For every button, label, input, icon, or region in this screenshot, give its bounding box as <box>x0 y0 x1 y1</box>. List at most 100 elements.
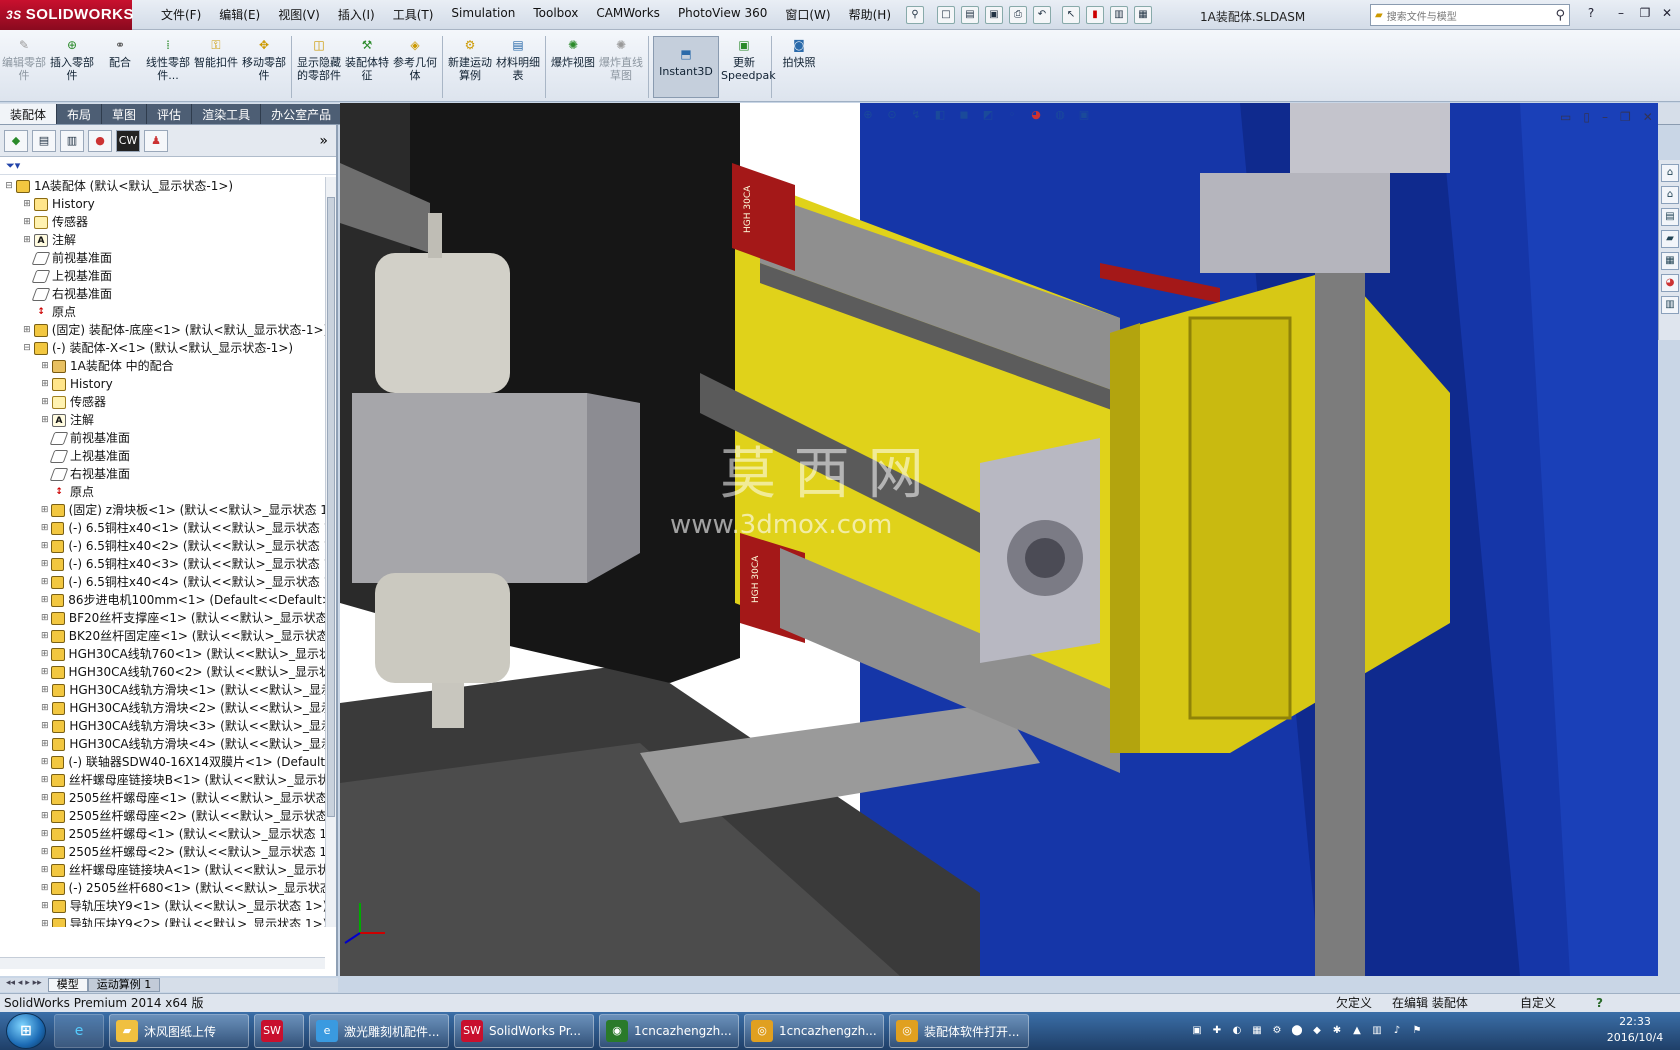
tree-row[interactable]: ⊞ (固定) z滑块板<1> (默认<<默认>_显示状态 1>) <box>0 501 325 519</box>
tray-icon-5[interactable]: ⚙ <box>1270 1024 1284 1038</box>
tree-row[interactable]: 上视基准面 <box>0 447 325 465</box>
minimize-icon[interactable]: – <box>1612 6 1630 22</box>
tree-row[interactable]: ⊞ (-) 2505丝杆680<1> (默认<<默认>_显示状态 1 <box>0 879 325 897</box>
command-button-2[interactable]: ⚭ 配合 <box>97 36 143 69</box>
expand-toggle-icon[interactable]: ⊞ <box>40 663 49 681</box>
expand-toggle-icon[interactable]: ⊞ <box>40 843 49 861</box>
viewport-minimize-icon[interactable]: – <box>1602 110 1608 124</box>
expand-toggle-icon[interactable]: ⊞ <box>40 573 49 591</box>
tree-row[interactable]: ⊞ BF20丝杆支撑座<1> (默认<<默认>_显示状态 1 <box>0 609 325 627</box>
expand-toggle-icon[interactable]: ⊞ <box>22 231 32 249</box>
menu-item-6[interactable]: Toolbox <box>524 6 587 23</box>
tree-row[interactable]: ⊞ (-) 联轴器SDW40-16X14双膜片<1> (Default<< <box>0 753 325 771</box>
tree-row[interactable]: ⊞ A 注解 <box>0 231 325 249</box>
command-button-0[interactable]: ✎ 编辑零部件 <box>1 36 47 82</box>
tree-row[interactable]: ⊞ HGH30CA线轨方滑块<3> (默认<<默认>_显示 <box>0 717 325 735</box>
tree-row[interactable]: ⊞ 1A装配体 中的配合 <box>0 357 325 375</box>
command-button-1[interactable]: ⊕ 插入零部件 <box>49 36 95 82</box>
expand-toggle-icon[interactable]: ⊞ <box>40 789 49 807</box>
taskbar-item-5[interactable]: ◎ 1cncazhengzh... <box>744 1014 884 1048</box>
config-manager-tab-icon[interactable]: ▥ <box>60 129 84 152</box>
tray-icon-7[interactable]: ◆ <box>1310 1024 1324 1038</box>
taskbar-item-0[interactable]: ▰ 沐风图纸上传 <box>109 1014 249 1048</box>
search-icon[interactable]: ⚲ <box>1555 8 1565 23</box>
menu-item-9[interactable]: 窗口(W) <box>776 6 839 23</box>
simulation-tab-icon[interactable]: ♟ <box>144 129 168 152</box>
menu-item-3[interactable]: 插入(I) <box>329 6 384 23</box>
tab-4[interactable]: 渲染工具 <box>192 104 262 124</box>
close-icon[interactable]: ✕ <box>1658 6 1676 22</box>
view-settings-icon[interactable]: ▣ <box>1076 107 1092 123</box>
expand-toggle-icon[interactable]: ⊞ <box>22 195 32 213</box>
expand-toggle-icon[interactable]: ⊞ <box>40 717 50 735</box>
tree-row[interactable]: ⊞ HGH30CA线轨760<2> (默认<<默认>_显示状态 <box>0 663 325 681</box>
filter-icon[interactable]: ⏷▾ <box>6 159 20 172</box>
tile-vertical-icon[interactable]: ▯ <box>1583 110 1590 124</box>
tree-row[interactable]: ⊞ HGH30CA线轨方滑块<1> (默认<<默认>_显示 <box>0 681 325 699</box>
tree-row[interactable]: 前视基准面 <box>0 429 325 447</box>
bottom-tab-0[interactable]: 模型 <box>47 978 88 992</box>
flag-icon[interactable]: ⚑ <box>1410 1024 1424 1038</box>
tree-row[interactable]: ⊞ History <box>0 195 325 213</box>
expand-toggle-icon[interactable]: ⊞ <box>40 519 49 537</box>
save-icon[interactable]: ▣ <box>985 5 1003 24</box>
expand-toggle-icon[interactable]: ⊞ <box>40 591 49 609</box>
tray-icon-8[interactable]: ✱ <box>1330 1024 1344 1038</box>
menu-item-10[interactable]: 帮助(H) <box>840 6 900 23</box>
taskbar-item-3[interactable]: SW SolidWorks Pr... <box>454 1014 594 1048</box>
tree-row[interactable]: ⊞ (-) 6.5铜柱x40<3> (默认<<默认>_显示状态 1>) <box>0 555 325 573</box>
expand-toggle-icon[interactable]: ⊞ <box>40 879 49 897</box>
command-button-10[interactable]: ▤ 材料明细表 <box>495 36 541 82</box>
restore-icon[interactable]: ❐ <box>1636 6 1654 22</box>
tab-5[interactable]: 办公室产品 <box>261 104 343 124</box>
expand-toggle-icon[interactable]: ⊞ <box>40 735 50 753</box>
tab-2[interactable]: 草图 <box>102 104 148 124</box>
expand-toggle-icon[interactable]: ⊞ <box>40 609 49 627</box>
zoom-area-icon[interactable]: ⊙ <box>884 107 900 123</box>
pin-icon[interactable]: ⚲ <box>906 5 924 24</box>
command-button-11[interactable]: ✺ 爆炸视图 <box>550 36 596 69</box>
tree-row[interactable]: 前视基准面 <box>0 249 325 267</box>
feature-tree-tab-icon[interactable]: ◆ <box>4 129 28 152</box>
status-units[interactable]: 自定义 <box>1520 994 1556 1012</box>
zoom-to-fit-icon[interactable]: ⊕ <box>860 107 876 123</box>
custom-properties-icon[interactable]: ▥ <box>1661 296 1679 314</box>
tray-icon-6[interactable]: ⬤ <box>1290 1024 1304 1038</box>
appearances-icon[interactable]: ◕ <box>1661 274 1679 292</box>
file-properties-icon[interactable]: ▥ <box>1110 5 1128 24</box>
expand-toggle-icon[interactable]: ⊞ <box>40 501 49 519</box>
expand-toggle-icon[interactable]: ⊞ <box>40 645 49 663</box>
tab-3[interactable]: 评估 <box>147 104 193 124</box>
menu-item-2[interactable]: 视图(V) <box>269 6 329 23</box>
tree-row[interactable]: ↕ 原点 <box>0 303 325 321</box>
design-library-icon[interactable]: ▤ <box>1661 208 1679 226</box>
tray-icon-9[interactable]: ▲ <box>1350 1024 1364 1038</box>
taskbar-item-4[interactable]: ◉ 1cncazhengzh... <box>599 1014 739 1048</box>
command-button-15[interactable]: ◙ 拍快照 <box>776 36 822 69</box>
hide-show-icon[interactable]: ◦ <box>1004 107 1020 123</box>
view-orientation-icon[interactable]: ◼ <box>956 107 972 123</box>
menu-item-7[interactable]: CAMWorks <box>587 6 669 23</box>
tree-row[interactable]: ⊟ (-) 装配体-X<1> (默认<默认_显示状态-1>) <box>0 339 325 357</box>
tree-row[interactable]: ⊞ 丝杆螺母座链接块A<1> (默认<<默认>_显示状态 <box>0 861 325 879</box>
ie-pinned-icon[interactable]: e <box>54 1014 104 1048</box>
expand-panel-icon[interactable]: » <box>319 133 328 149</box>
expand-toggle-icon[interactable]: ⊟ <box>4 177 14 195</box>
taskbar-item-6[interactable]: ◎ 装配体软件打开... <box>889 1014 1029 1048</box>
options-icon[interactable]: ▦ <box>1134 5 1152 24</box>
apply-scene-icon[interactable]: ◍ <box>1052 107 1068 123</box>
camworks-tab-icon[interactable]: CW <box>116 129 140 152</box>
tree-row[interactable]: ⊞ HGH30CA线轨760<1> (默认<<默认>_显示状态 <box>0 645 325 663</box>
viewport-restore-icon[interactable]: ❐ <box>1620 110 1631 124</box>
expand-toggle-icon[interactable]: ⊞ <box>40 375 50 393</box>
tree-row[interactable]: ⊞ HGH30CA线轨方滑块<2> (默认<<默认>_显示 <box>0 699 325 717</box>
expand-toggle-icon[interactable]: ⊞ <box>40 627 49 645</box>
previous-view-icon[interactable]: ↯ <box>908 107 924 123</box>
home-icon[interactable]: ⌂ <box>1661 186 1679 204</box>
command-button-8[interactable]: ◈ 参考几何体 <box>392 36 438 82</box>
graphics-area[interactable]: 莫 西 网 www.3dmox.com HGH 30CA HGH 30CA ⊕ … <box>340 103 1658 976</box>
new-file-icon[interactable]: □ <box>937 5 955 24</box>
menu-item-4[interactable]: 工具(T) <box>384 6 443 23</box>
tree-row[interactable]: ⊞ (-) 6.5铜柱x40<4> (默认<<默认>_显示状态 1>) <box>0 573 325 591</box>
start-button[interactable]: ⊞ <box>6 1013 46 1049</box>
